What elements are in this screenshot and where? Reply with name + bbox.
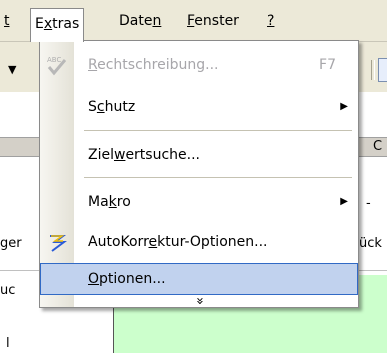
menu-item-label: Rechtschreibung... [88, 57, 219, 73]
submenu-arrow-icon: ▶ [340, 196, 348, 207]
menu-format[interactable]: t [0, 9, 14, 33]
menu-item-label: AutoKorrektur-Optionen... [88, 234, 268, 250]
menu-bar: t Extras Daten Fenster ? [0, 0, 387, 42]
column-header-c[interactable]: C [357, 137, 387, 157]
menu-extras-label-u: x [43, 16, 53, 32]
extras-dropdown-menu: ABC Rechtschreibung... F7 Schutz ▶ Zielw… [39, 40, 359, 308]
cell-text-left: ger [0, 236, 22, 251]
menu-extras[interactable]: Extras [30, 8, 85, 42]
menu-separator [84, 177, 352, 178]
cell-text-left-3: l [6, 336, 10, 351]
menu-item-optionen[interactable]: Optionen... [40, 263, 358, 295]
menu-item-rechtschreibung[interactable]: ABC Rechtschreibung... F7 [40, 50, 358, 80]
menu-item-shortcut: F7 [319, 57, 336, 73]
menu-item-zielwertsuche[interactable]: Zielwertsuche... [40, 140, 358, 170]
menu-separator [84, 130, 352, 131]
toolbar-dropdown-icon[interactable]: ▼ [8, 63, 16, 76]
menu-fenster-label-b: enster [194, 13, 239, 29]
column-header-left [0, 137, 40, 157]
menu-item-label: Optionen... [88, 271, 166, 287]
column-c-label: C [373, 139, 383, 154]
menu-daten-label-u: n [152, 13, 162, 29]
menu-item-schutz[interactable]: Schutz ▶ [40, 92, 358, 122]
expand-glyph: » [192, 297, 207, 305]
cell-text-right: ück [359, 236, 382, 251]
menu-format-label: t [4, 13, 10, 29]
toolbar-separator [371, 60, 375, 80]
svg-text:ABC: ABC [47, 56, 61, 64]
submenu-arrow-icon: ▶ [340, 101, 348, 112]
cell-dash: - [366, 196, 371, 211]
toolbar-button-icon[interactable] [378, 58, 387, 82]
cell-green-below[interactable] [113, 306, 387, 353]
menu-extras-label-b: tras [52, 16, 80, 32]
menu-item-label: Schutz [88, 99, 136, 115]
menu-daten-label-a: Date [119, 13, 153, 29]
cell-text-left-2: uc [0, 283, 16, 298]
menu-item-makro[interactable]: Makro ▶ [40, 187, 358, 217]
menu-help-label: ? [267, 13, 275, 29]
menu-extras-label-a: E [35, 16, 44, 32]
menu-item-label: Zielwertsuche... [88, 147, 200, 163]
menu-item-autokorrektur[interactable]: AutoKorrektur-Optionen... [40, 227, 358, 257]
autocorrect-icon [50, 235, 67, 252]
menu-item-label: Makro [88, 194, 131, 210]
spellcheck-icon: ABC [47, 56, 67, 76]
menu-daten[interactable]: Daten [115, 9, 165, 33]
menu-fenster[interactable]: Fenster [183, 9, 243, 33]
menu-help[interactable]: ? [263, 9, 278, 33]
menu-expand-chevron-icon[interactable]: » [40, 295, 358, 307]
